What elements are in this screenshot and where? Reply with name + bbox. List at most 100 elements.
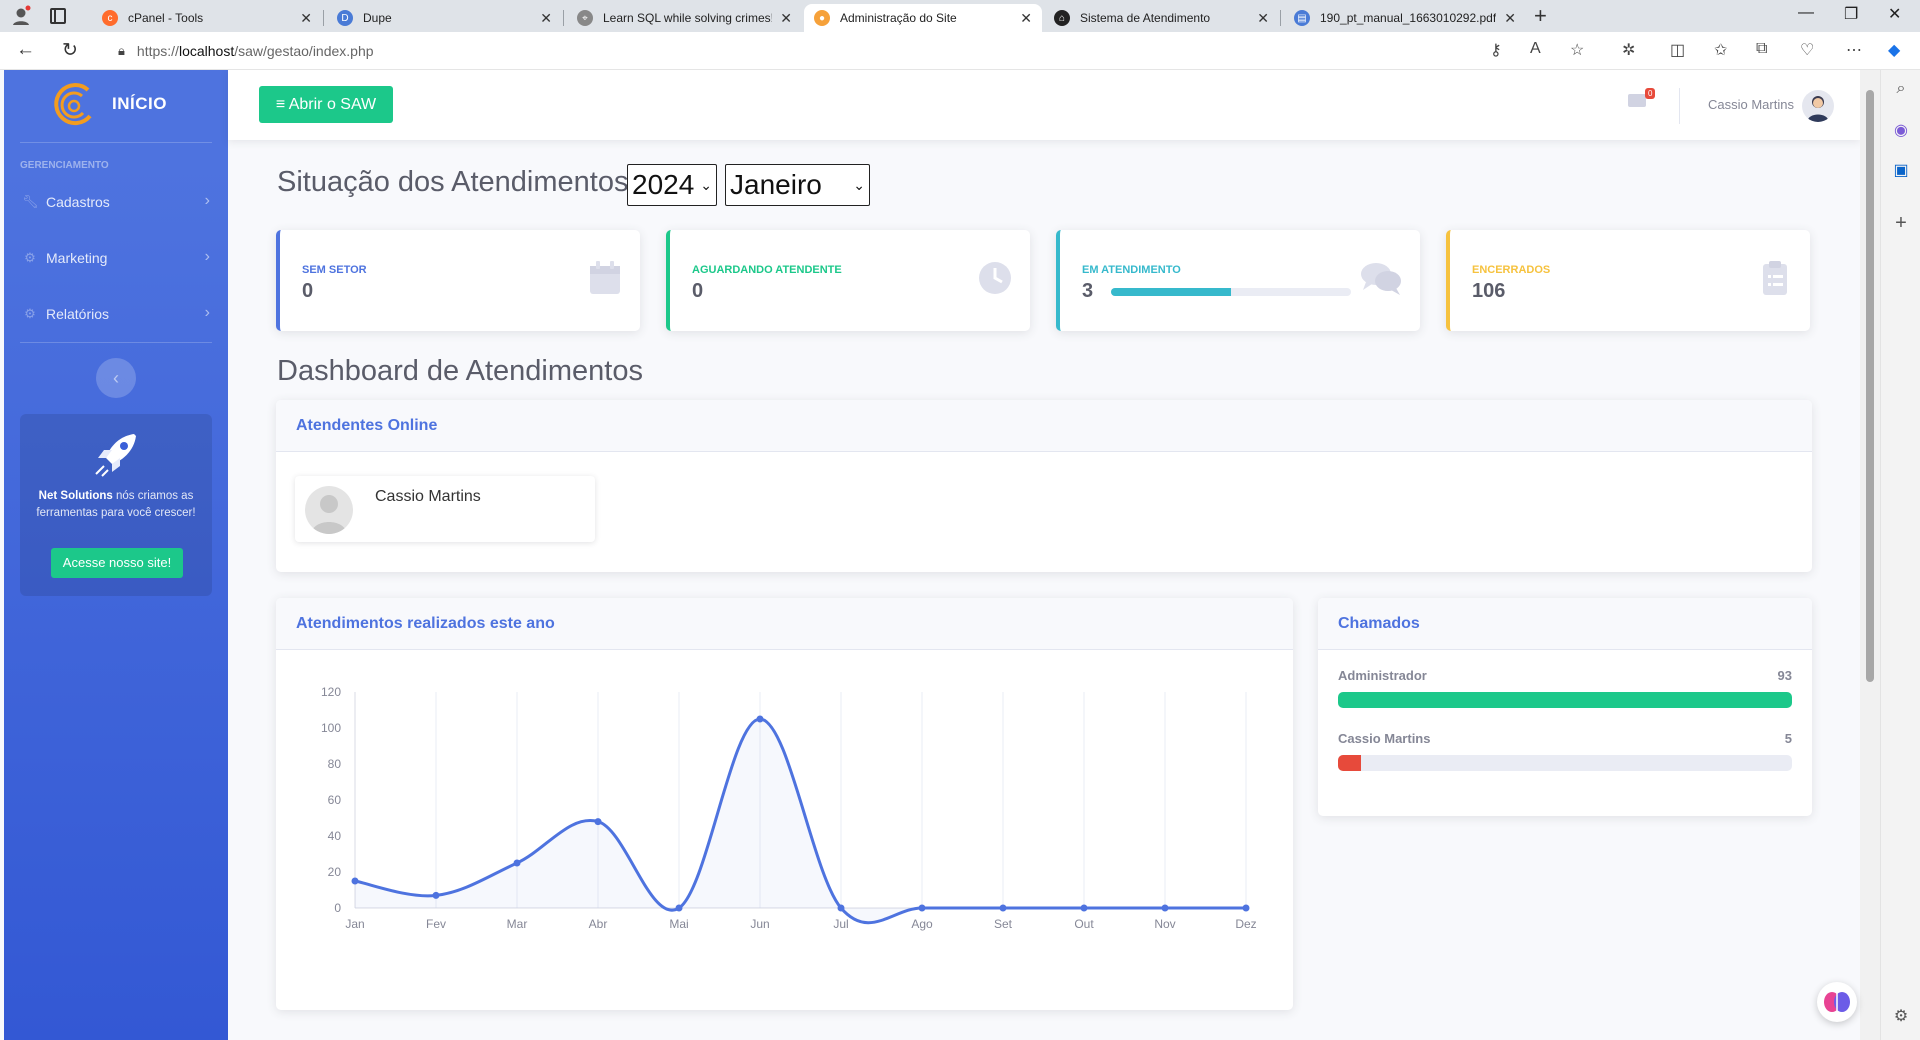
progress-bar [1338,692,1792,708]
floating-assistant-button[interactable] [1817,982,1857,1022]
scroll-thumb[interactable] [1866,90,1874,682]
yearly-chart-card: Atendimentos realizados este ano 0 20 40 60… [276,598,1293,1010]
stat-card-aguardando: AGUARDANDO ATENDENTE 0 [666,230,1030,331]
chamado-name: Cassio Martins [1338,731,1431,746]
cpanel-favicon-icon: c [102,10,118,26]
edge-sidebar: ⌕ ◉ ▣ + ⚙ [1880,70,1920,1040]
stat-card-em-atendimento: EM ATENDIMENTO 3 [1056,230,1420,331]
x-tick-label: Dez [1235,917,1256,931]
user-name[interactable]: Cassio Martins [1708,97,1794,112]
read-aloud-icon[interactable]: A [1530,40,1541,58]
tab-dupe[interactable]: D Dupe ✕ [327,4,562,32]
back-icon[interactable]: ← [16,39,35,61]
online-agent-item[interactable]: Cassio Martins [295,476,595,542]
url-host: localhost [178,43,235,59]
sidebar-brand[interactable]: INÍCIO [4,70,228,140]
close-window-icon[interactable]: ✕ [1888,4,1901,24]
month-select[interactable]: Janeiro ⌄ [725,164,870,206]
tab-actions-icon[interactable] [50,8,66,24]
outlook-icon[interactable]: ▣ [1891,160,1911,180]
search-icon[interactable]: ⌕ [1891,80,1911,100]
collections-icon[interactable]: ⧉ [1756,40,1767,58]
close-tab-icon[interactable]: ✕ [780,10,792,27]
home-favicon-icon: ⌂ [1054,10,1070,26]
key-icon[interactable]: ⚷ [1490,40,1502,60]
y-tick-label: 80 [328,757,342,771]
favorite-star-icon[interactable]: ☆ [1570,40,1584,60]
month-select-value: Janeiro [730,169,822,200]
card-title: Atendimentos realizados este ano [296,615,555,632]
stat-label: ENCERRADOS [1472,264,1551,276]
sidebar-item-marketing[interactable]: ⚙ Marketing › [4,238,228,278]
url-path: /saw/gestao/index.php [234,43,374,59]
close-tab-icon[interactable]: ✕ [1020,10,1032,27]
copilot-rail-icon[interactable]: ◉ [1891,120,1911,140]
line-chart: 0 20 40 60 80 100 120 Jan Fev Mar Abr Mai Jun Jul Ago S… [321,685,1257,931]
data-point [1242,904,1250,912]
visit-site-button[interactable]: Acesse nosso site! [51,548,183,578]
sidebar-item-cadastros[interactable]: 🔧︎ Cadastros › [4,182,228,222]
data-point [513,859,521,867]
profile-icon[interactable] [10,5,32,27]
browser-essentials-icon[interactable]: ♡ [1800,40,1814,60]
online-agent-name: Cassio Martins [375,488,481,505]
split-screen-icon[interactable]: ◫ [1670,40,1685,60]
restore-icon[interactable]: ❐ [1844,4,1858,24]
promo-brand: Net Solutions [38,490,113,502]
tab-admin-site[interactable]: ● Administração do Site ✕ [804,4,1042,32]
x-tick-label: Abr [589,917,608,931]
page-scrollbar[interactable] [1860,70,1880,1040]
tab-sql[interactable]: ⌖ Learn SQL while solving crimes! · ✕ [567,4,802,32]
card-header: Atendimentos realizados este ano [276,598,1293,650]
rocket-icon [95,434,136,477]
sidebar-item-relatorios[interactable]: ⚙ Relatórios › [4,294,228,334]
open-saw-button[interactable]: ≡ Abrir o SAW [259,86,393,123]
data-point [432,891,440,899]
chevron-right-icon: › [204,304,210,321]
brain-icon [1824,992,1850,1012]
more-menu-icon[interactable]: ⋯ [1846,40,1862,60]
progress-bar [1111,288,1351,296]
card-title: Atendentes Online [296,417,438,434]
tab-pdf-manual[interactable]: ▤ 190_pt_manual_1663010292.pdf ✕ [1284,4,1526,32]
progress-fill [1111,288,1231,296]
stat-card-encerrados: ENCERRADOS 106 [1446,230,1810,331]
data-point [756,715,764,723]
envelope-icon[interactable] [1628,94,1646,107]
close-tab-icon[interactable]: ✕ [540,10,552,27]
promo-text: Net Solutions nós criamos as ferramentas… [30,488,202,522]
section-title: Dashboard de Atendimentos [277,355,643,387]
add-icon[interactable]: + [1891,212,1911,234]
settings-gear-icon[interactable]: ⚙ [1891,1006,1911,1026]
copilot-icon[interactable]: ◆ [1888,40,1900,60]
year-select[interactable]: 2024 ⌄ [627,164,717,206]
browser-tab-bar: c cPanel - Tools ✕ D Dupe ✕ ⌖ Learn SQL … [0,0,1920,32]
avatar[interactable] [1802,90,1834,122]
message-count-badge: 0 [1645,88,1656,99]
minimize-icon[interactable]: — [1798,4,1814,22]
close-tab-icon[interactable]: ✕ [1257,10,1269,27]
x-tick-label: Jun [750,917,769,931]
extensions-icon[interactable]: ✲ [1622,40,1635,60]
favorites-icon[interactable]: ✩ [1714,40,1727,60]
close-tab-icon[interactable]: ✕ [1504,10,1516,27]
chevron-down-icon: ⌄ [700,177,712,193]
sidebar-item-label: Cadastros [46,194,110,210]
sidebar-toggle-button[interactable]: ‹ [96,358,136,398]
tab-cpanel[interactable]: c cPanel - Tools ✕ [92,4,322,32]
sidebar-item-label: Marketing [46,250,108,266]
url-field[interactable]: 🔒︎ https://localhost/saw/gestao/index.ph… [112,37,1592,65]
close-tab-icon[interactable]: ✕ [300,10,312,27]
tab-title: Dupe [363,11,392,25]
stat-label: EM ATENDIMENTO [1082,264,1181,276]
sidebar-heading: GERENCIAMENTO [20,160,109,171]
chevron-down-icon: ⌄ [853,177,865,193]
brand-title: INÍCIO [112,94,167,113]
new-tab-icon[interactable]: + [1534,3,1547,29]
data-point [351,877,359,885]
x-tick-label: Jul [833,917,848,931]
tab-sistema-atendimento[interactable]: ⌂ Sistema de Atendimento ✕ [1044,4,1279,32]
sidebar-promo-card: Net Solutions nós criamos as ferramentas… [20,414,212,596]
refresh-icon[interactable]: ↻ [62,39,78,62]
y-tick-label: 40 [328,829,342,843]
